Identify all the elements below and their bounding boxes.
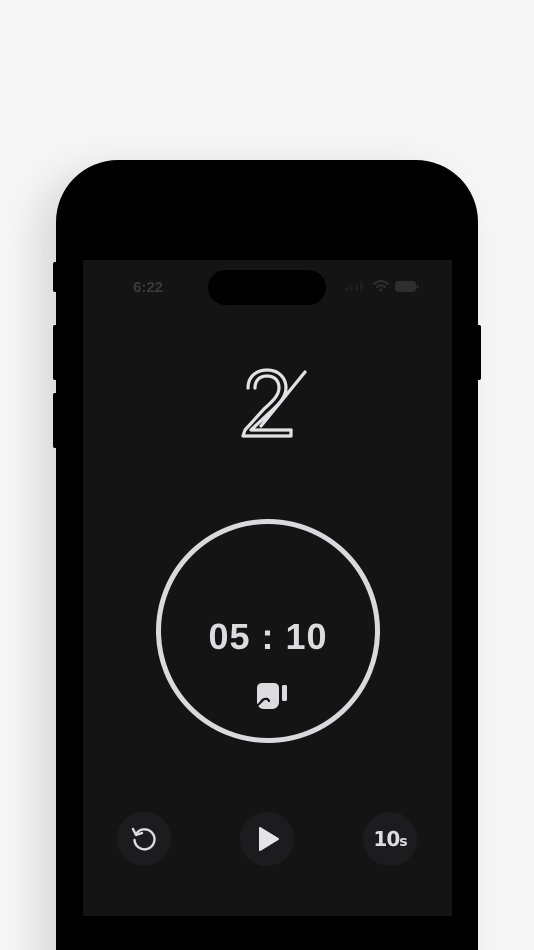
- status-time: 6:22: [133, 279, 164, 296]
- reset-icon: [131, 827, 156, 851]
- wifi-icon: [373, 280, 389, 292]
- status-icons: [345, 280, 419, 292]
- skip-label-unit: s: [399, 834, 407, 850]
- timer-display: 05 : 10: [208, 616, 328, 657]
- dynamic-island: [208, 270, 326, 305]
- skip-10s-button[interactable]: 10s: [363, 812, 417, 866]
- app-store-screenshot: 6:22 05 : 10 10s: [0, 0, 534, 950]
- battery-icon: [395, 280, 419, 292]
- boxing-glove-icon: [256, 683, 287, 709]
- play-button[interactable]: [240, 812, 294, 866]
- signal-icon: [345, 281, 363, 291]
- reset-button[interactable]: [117, 812, 171, 866]
- skip-label-number: 10: [373, 827, 400, 851]
- logo-2-icon: [241, 368, 307, 438]
- timer-ring: 05 : 10: [156, 519, 380, 743]
- play-icon: [259, 827, 279, 851]
- skip-label: 10s: [373, 827, 407, 851]
- app-screen: 6:22 05 : 10 10s: [83, 260, 452, 916]
